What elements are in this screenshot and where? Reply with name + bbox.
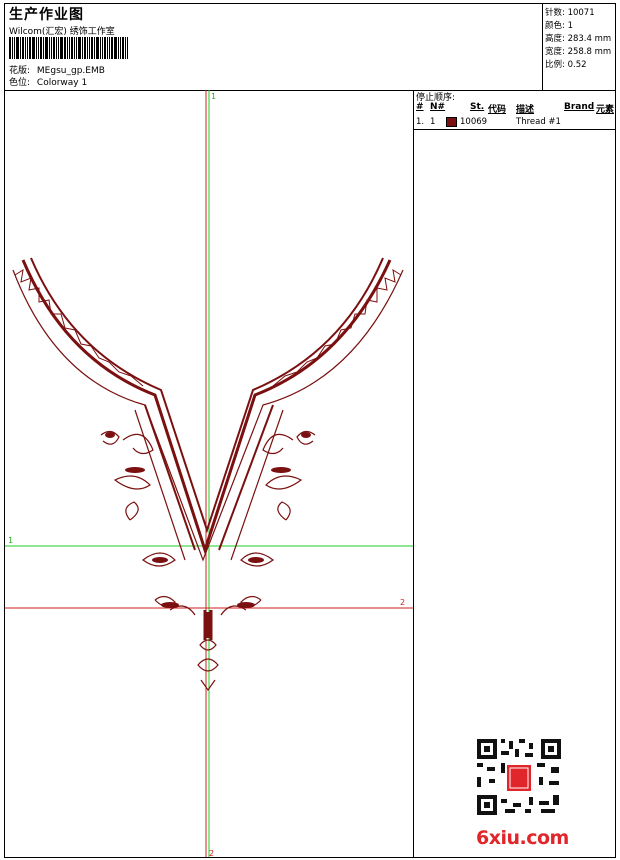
barcode-bar bbox=[120, 37, 121, 59]
col-code: 代码 bbox=[488, 105, 507, 115]
stat-stitches: 针数: 10071 bbox=[545, 8, 595, 18]
barcode-bar bbox=[64, 37, 66, 59]
col-stitches: St. bbox=[470, 102, 485, 112]
thread-color-swatch bbox=[446, 117, 457, 127]
studio-name: Wilcom(汇宏) 绣饰工作室 bbox=[9, 27, 115, 37]
barcode-bar bbox=[96, 37, 99, 59]
barcode-bar bbox=[67, 37, 68, 59]
row-code: 10069 bbox=[460, 117, 488, 127]
barcode-bar bbox=[56, 37, 57, 59]
guide-label-right: 2 bbox=[400, 598, 405, 607]
worksheet-frame: 生产作业图 Wilcom(汇宏) 绣饰工作室 花版: MEgsu_gp.EMB … bbox=[4, 3, 616, 858]
row-needle: 1 bbox=[430, 117, 436, 127]
barcode-bar bbox=[36, 37, 37, 59]
barcode-bar bbox=[100, 37, 101, 59]
stat-scale: 比例: 0.52 bbox=[545, 60, 587, 70]
barcode-bar bbox=[118, 37, 119, 59]
barcode-bar bbox=[125, 37, 126, 59]
barcode-bar bbox=[82, 37, 83, 59]
row-description: Thread #1 bbox=[516, 117, 561, 127]
leaf-fills bbox=[105, 432, 311, 638]
design-canvas: 1 2 1 2 bbox=[5, 90, 414, 857]
guide-label-left: 1 bbox=[8, 536, 13, 545]
barcode-bar bbox=[109, 37, 110, 59]
barcode-bar bbox=[51, 37, 52, 59]
barcode-bar bbox=[40, 37, 42, 59]
barcode-bar bbox=[25, 37, 26, 59]
colorway-label: 色位: bbox=[9, 78, 31, 88]
barcode-bar bbox=[20, 37, 21, 59]
col-needle: N# bbox=[430, 102, 446, 112]
guide-label-top: 1 bbox=[211, 92, 216, 101]
barcode-bar bbox=[104, 37, 106, 59]
barcode-bar bbox=[94, 37, 95, 59]
stat-height: 高度: 283.4 mm bbox=[545, 34, 612, 44]
barcode-bar bbox=[78, 37, 81, 59]
barcode-bar bbox=[16, 37, 19, 59]
header: 生产作业图 Wilcom(汇宏) 绣饰工作室 花版: MEgsu_gp.EMB … bbox=[5, 4, 615, 91]
barcode-bar bbox=[102, 37, 103, 59]
barcode-bar bbox=[27, 37, 28, 59]
barcode-bar bbox=[49, 37, 50, 59]
row-index: 1. bbox=[416, 117, 425, 127]
barcode-bar bbox=[22, 37, 24, 59]
barcode-bar bbox=[58, 37, 59, 59]
site-watermark: 6xiu.com bbox=[476, 827, 569, 849]
stat-colors: 颜色: 1 bbox=[545, 21, 573, 31]
barcode-bar bbox=[114, 37, 117, 59]
row-divider bbox=[414, 129, 615, 130]
page-title: 生产作业图 bbox=[9, 7, 84, 23]
barcode-bar bbox=[69, 37, 70, 59]
barcode-bar bbox=[32, 37, 35, 59]
barcode-bar bbox=[9, 37, 11, 59]
barcode-bar bbox=[122, 37, 124, 59]
barcode-bar bbox=[29, 37, 31, 59]
stat-width: 宽度: 258.8 mm bbox=[545, 47, 612, 57]
barcode-bar bbox=[60, 37, 63, 59]
colorway-row: 色位: Colorway 1 bbox=[9, 75, 87, 88]
barcode-bar bbox=[14, 37, 15, 59]
barcode-bar bbox=[53, 37, 55, 59]
col-brand: Brand bbox=[564, 102, 595, 112]
barcode-bar bbox=[12, 37, 13, 59]
barcode-bar bbox=[89, 37, 90, 59]
barcode-bar bbox=[38, 37, 39, 59]
barcode-bar bbox=[111, 37, 113, 59]
barcode-bar bbox=[74, 37, 75, 59]
qr-code bbox=[475, 737, 565, 817]
barcode-bar bbox=[71, 37, 73, 59]
barcode-bar bbox=[76, 37, 77, 59]
col-description: 描述 bbox=[516, 105, 535, 115]
col-index: # bbox=[416, 102, 424, 112]
guide-label-bottom: 2 bbox=[209, 849, 214, 857]
barcode-bar bbox=[91, 37, 93, 59]
barcode-bar bbox=[45, 37, 48, 59]
stats-box: 针数: 10071 颜色: 1 高度: 283.4 mm 宽度: 258.8 m… bbox=[542, 4, 616, 90]
col-element: 元素 bbox=[596, 105, 615, 115]
barcode-bar bbox=[43, 37, 44, 59]
barcode-bar bbox=[87, 37, 88, 59]
header-info: 生产作业图 Wilcom(汇宏) 绣饰工作室 花版: MEgsu_gp.EMB … bbox=[7, 4, 542, 90]
red-seal bbox=[507, 765, 531, 791]
barcode-bar bbox=[84, 37, 86, 59]
barcode-bar bbox=[127, 37, 128, 59]
embroidery-preview: 1 2 1 2 bbox=[5, 90, 413, 857]
barcode-bar bbox=[107, 37, 108, 59]
colorway-value: Colorway 1 bbox=[36, 78, 88, 88]
barcode bbox=[9, 37, 159, 59]
